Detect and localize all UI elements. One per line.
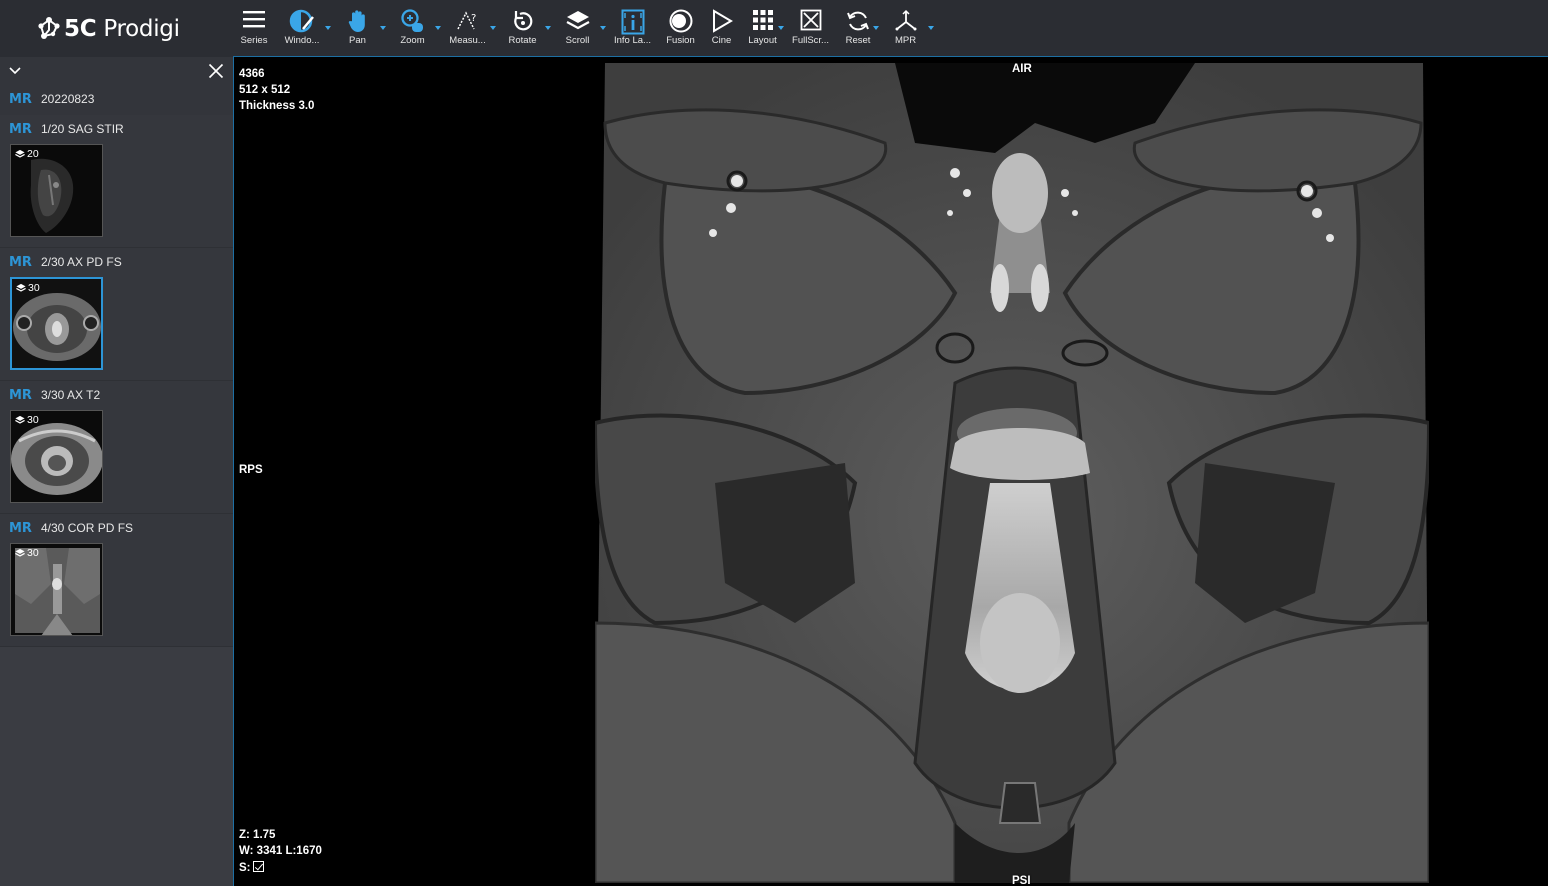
grid-icon (752, 10, 773, 30)
orientation-top: AIR (1012, 63, 1032, 75)
series-panel: MR 20220823 MR 1/20 SAG STIR 20 MR 2/30 … (0, 57, 233, 886)
logo-text: 5C Prodigi (64, 16, 180, 42)
reset-icon (847, 11, 869, 31)
tool-info-layer[interactable]: Info La... (605, 0, 660, 57)
tool-label: Layout (748, 35, 777, 46)
series-thumbnail[interactable]: 30 (10, 277, 103, 370)
svg-text:?: ? (471, 13, 476, 24)
layers-icon (15, 548, 25, 557)
image-number: 4366 (239, 68, 265, 80)
slice-count: 30 (16, 282, 40, 294)
tool-label: MPR (894, 35, 917, 46)
app-logo: 5C Prodigi (36, 14, 180, 44)
sync-label: S: (239, 862, 251, 874)
tool-label: Cine (711, 35, 732, 46)
tool-label: FullScr... (792, 35, 829, 46)
tool-cine[interactable]: Cine (701, 0, 742, 57)
tool-label: Fusion (666, 35, 695, 46)
tool-scroll[interactable]: Scroll (550, 0, 606, 57)
image-matrix: 512 x 512 (239, 84, 291, 96)
modality-label: MR (9, 521, 32, 536)
zoom-icon (400, 9, 423, 32)
play-icon (712, 9, 733, 33)
tool-layout[interactable]: Layout (742, 0, 784, 57)
close-icon[interactable] (208, 63, 224, 79)
tool-fullscreen[interactable]: FullScr... (783, 0, 838, 57)
tool-label: Series (240, 35, 268, 46)
layers-icon (15, 415, 25, 424)
tool-window-level[interactable]: Windo... (274, 0, 331, 57)
slice-count: 30 (15, 547, 39, 559)
orientation-bottom: PSI (1012, 875, 1031, 886)
tool-label: Measu... (449, 35, 486, 46)
orientation-left: RPS (239, 464, 263, 476)
series-item[interactable]: MR 4/30 COR PD FS 30 (0, 514, 233, 647)
modality-label: MR (9, 388, 32, 403)
modality-label: MR (9, 92, 32, 107)
dropdown-caret-icon[interactable] (928, 26, 934, 30)
series-thumbnail[interactable]: 30 (10, 543, 103, 636)
study-date: 20220823 (41, 92, 95, 106)
tool-measure[interactable]: ? Measu... (440, 0, 496, 57)
measure-icon: ? (456, 11, 476, 30)
sync-checkbox[interactable] (252, 861, 264, 872)
tool-label: Reset (845, 35, 871, 46)
tool-reset[interactable]: Reset (838, 0, 879, 57)
image-viewport[interactable]: 4366 512 x 512 Thickness 3.0 AIR RPS PSI… (233, 57, 1548, 886)
series-thumbnail[interactable]: 30 (10, 410, 103, 503)
slice-thickness: Thickness 3.0 (239, 100, 315, 112)
tool-group: Series Windo... Pan Zoom ? Measu... Rota… (234, 0, 934, 57)
tool-label: Rotate (508, 35, 537, 46)
tool-label: Pan (349, 35, 366, 46)
tool-label: Windo... (284, 35, 320, 46)
logo-icon (38, 17, 60, 39)
series-panel-header (0, 57, 233, 85)
modality-label: MR (9, 122, 32, 137)
zoom-readout: Z: 1.75 (239, 829, 276, 841)
series-title: 2/30 AX PD FS (41, 255, 122, 269)
layers-icon (15, 149, 25, 158)
study-row[interactable]: MR 20220823 (0, 85, 233, 115)
fullscreen-icon (800, 9, 821, 31)
layers-icon (16, 283, 26, 292)
tool-label: Zoom (400, 35, 425, 46)
fusion-icon (669, 9, 692, 33)
series-item-selected[interactable]: MR 2/30 AX PD FS 30 (0, 248, 233, 381)
series-item[interactable]: MR 3/30 AX T2 30 (0, 381, 233, 514)
slice-count: 20 (15, 148, 39, 160)
tool-pan[interactable]: Pan (330, 0, 386, 57)
tool-rotate[interactable]: Rotate (495, 0, 551, 57)
info-layer-icon (621, 9, 644, 35)
hand-icon (348, 10, 365, 32)
tool-label: Scroll (565, 35, 590, 46)
menu-icon (243, 11, 265, 28)
modality-label: MR (9, 255, 32, 270)
top-toolbar: 5C Prodigi Series Windo... Pan Zoom ? Me… (0, 0, 1548, 57)
tool-series[interactable]: Series (234, 0, 274, 57)
series-item[interactable]: MR 1/20 SAG STIR 20 (0, 115, 233, 248)
series-title: 4/30 COR PD FS (41, 521, 134, 535)
series-thumbnail[interactable]: 20 (10, 144, 103, 237)
sync-toggle[interactable]: S: (239, 861, 264, 874)
rotate-icon (513, 11, 532, 31)
series-title: 1/20 SAG STIR (41, 122, 124, 136)
tool-label: Info La... (614, 35, 651, 46)
series-title: 3/30 AX T2 (41, 388, 101, 402)
tool-zoom[interactable]: Zoom (385, 0, 441, 57)
mri-coronal-image[interactable] (595, 63, 1429, 883)
chevron-down-icon[interactable] (9, 67, 21, 75)
layers-icon (565, 11, 590, 30)
window-level-readout: W: 3341 L:1670 (239, 845, 322, 857)
mpr-axes-icon (895, 9, 916, 31)
tool-mpr[interactable]: MPR (878, 0, 934, 57)
app-window: 5C Prodigi Series Windo... Pan Zoom ? Me… (0, 0, 1548, 886)
tool-fusion[interactable]: Fusion (660, 0, 701, 57)
slice-count: 30 (15, 414, 39, 426)
window-level-icon (289, 9, 314, 33)
